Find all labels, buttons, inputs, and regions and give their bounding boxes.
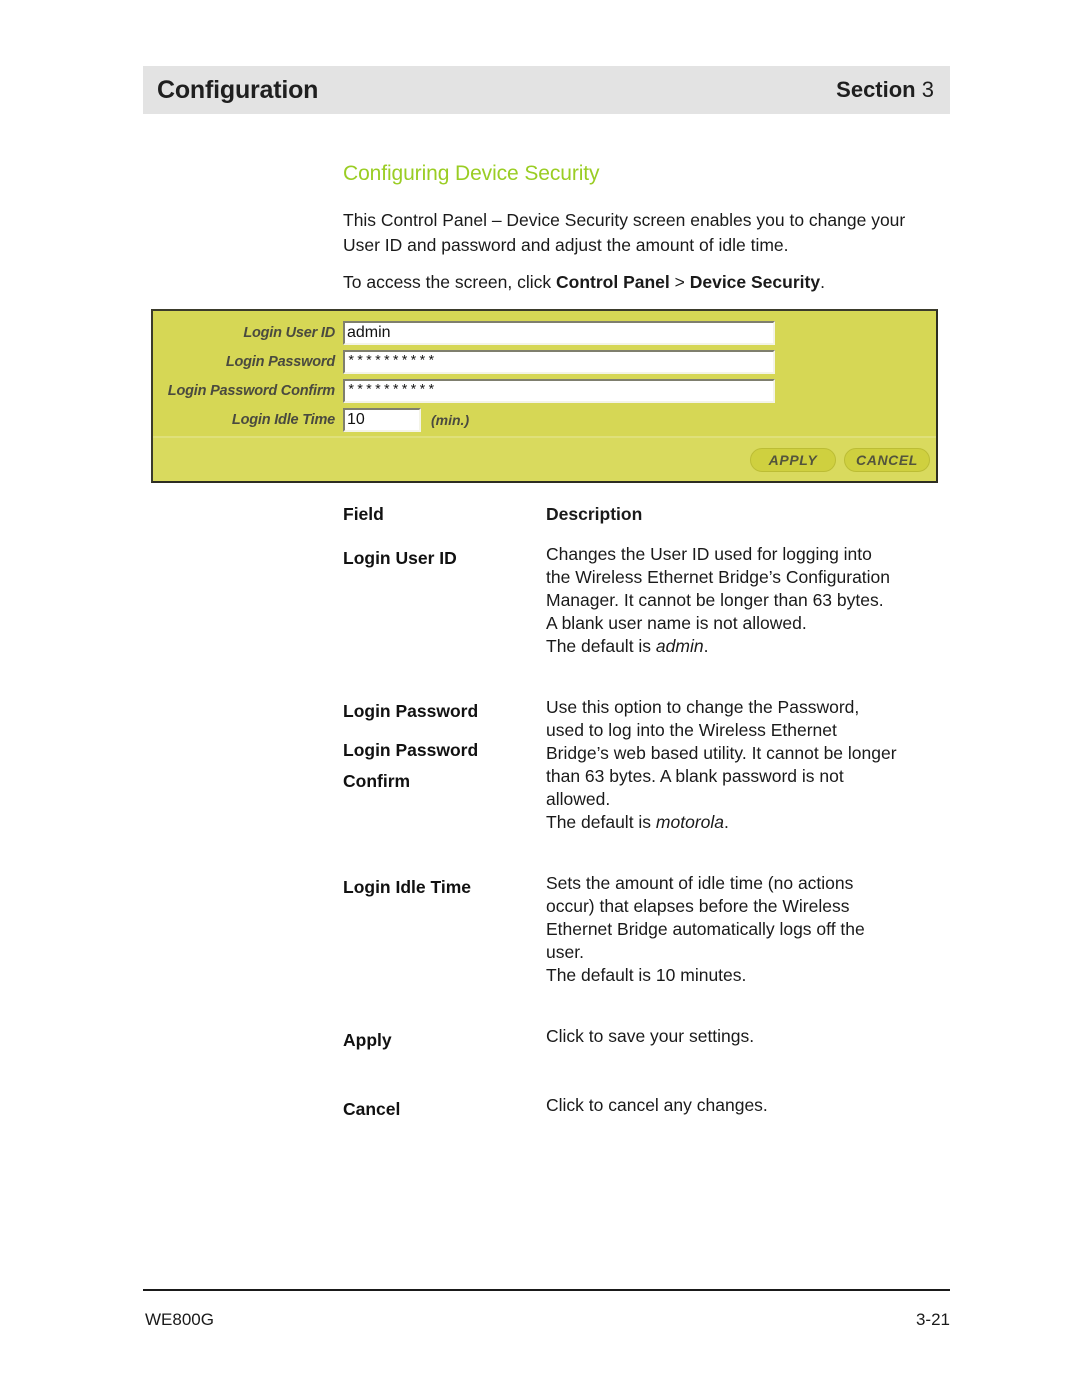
table-row: Cancel Click to cancel any changes. <box>343 1094 943 1125</box>
desc-line: Ethernet Bridge automatically logs off t… <box>546 919 865 939</box>
default-value: admin <box>655 636 704 656</box>
row-description-login-idle-time: Sets the amount of idle time (no actions… <box>546 872 943 987</box>
desc-line: Bridge’s web based utility. It cannot be… <box>546 743 897 763</box>
form-row-login-idle-time: Login Idle Time (min.) <box>153 408 936 432</box>
desc-line: Changes the User ID used for logging int… <box>546 544 872 564</box>
section-number: 3 <box>921 77 934 102</box>
running-header: Configuration Section 3 <box>143 66 950 114</box>
row-description-login-password: Use this option to change the Password, … <box>546 696 943 834</box>
desc-default-line: The default is 10 minutes. <box>546 965 747 985</box>
desc-line: occur) that elapses before the Wireless <box>546 896 850 916</box>
desc-line: Sets the amount of idle time (no actions <box>546 873 854 893</box>
table-row: Login Password Login Password Confirm Us… <box>343 696 943 834</box>
desc-line: Manager. It cannot be longer than 63 byt… <box>546 590 884 610</box>
section-indicator: Section 3 <box>799 51 934 129</box>
input-login-password-confirm[interactable] <box>343 379 775 403</box>
table-header-description: Description <box>546 504 643 524</box>
unit-note-minutes: (min.) <box>431 412 470 428</box>
default-prefix: The default is <box>546 812 656 832</box>
intro-text: This Control Panel – Device Security scr… <box>343 208 943 295</box>
form-row-login-password-confirm: Login Password Confirm <box>153 379 936 403</box>
apply-button[interactable]: APPLY <box>750 447 836 472</box>
default-suffix: . <box>703 636 709 656</box>
row-description-login-user-id: Changes the User ID used for logging int… <box>546 543 943 658</box>
desc-line: Use this option to change the Password, <box>546 697 860 717</box>
footer-model: WE800G <box>145 1310 214 1329</box>
row-term-login-idle-time: Login Idle Time <box>343 877 472 897</box>
intro-bold-device-security: Device Security <box>689 272 821 292</box>
row-term-line-3: Confirm <box>343 771 411 791</box>
desc-line: Click to save your settings. <box>546 1026 755 1046</box>
page-title: Configuration <box>157 75 319 104</box>
desc-default-line: The default is admin. <box>546 635 943 658</box>
intro-prefix: To access the screen, click <box>343 272 556 292</box>
input-login-password[interactable] <box>343 350 775 374</box>
default-suffix: . <box>724 812 729 832</box>
form-row-login-password: Login Password <box>153 350 936 374</box>
device-form: Login User ID Login Password Login Passw… <box>153 311 936 435</box>
default-value: motorola <box>655 812 725 832</box>
table-row: Login User ID Changes the User ID used f… <box>343 543 943 658</box>
row-description-apply: Click to save your settings. <box>546 1025 943 1048</box>
row-description-cancel: Click to cancel any changes. <box>546 1094 943 1117</box>
label-login-user-id: Login User ID <box>243 325 335 341</box>
intro-paragraph-2: To access the screen, click Control Pane… <box>343 270 943 295</box>
row-term-login-password: Login Password Login Password Confirm <box>343 696 546 797</box>
label-login-password: Login Password <box>225 354 335 370</box>
label-login-idle-time: Login Idle Time <box>231 412 335 428</box>
label-login-password-confirm: Login Password Confirm <box>167 383 335 399</box>
footer-divider <box>143 1289 950 1291</box>
device-security-screenshot: Login User ID Login Password Login Passw… <box>151 309 938 483</box>
intro-separator: > <box>669 272 690 292</box>
section-label: Section <box>836 77 916 102</box>
table-row: Apply Click to save your settings. <box>343 1025 943 1056</box>
row-term-login-user-id: Login User ID <box>343 548 457 568</box>
default-prefix: The default is <box>546 636 656 656</box>
form-row-login-user-id: Login User ID <box>153 311 936 345</box>
device-panel-footer: APPLY CANCEL <box>153 436 936 481</box>
row-term-line-1: Login Password <box>343 701 479 721</box>
desc-line: allowed. <box>546 789 611 809</box>
table-header-row: Field Description <box>343 503 943 526</box>
intro-bold-control-panel: Control Panel <box>556 272 670 292</box>
footer-page-number: 3-21 <box>915 1310 950 1329</box>
desc-line: than 63 bytes. A blank password is not <box>546 766 844 786</box>
input-login-idle-time[interactable] <box>343 408 421 432</box>
intro-paragraph-1: This Control Panel – Device Security scr… <box>343 210 906 255</box>
desc-line: user. <box>546 942 584 962</box>
desc-default-line: The default is motorola. <box>546 811 943 834</box>
cancel-button[interactable]: CANCEL <box>844 447 930 472</box>
table-header-field: Field <box>343 504 384 524</box>
row-term-cancel: Cancel <box>343 1099 401 1119</box>
desc-line: A blank user name is not allowed. <box>546 613 807 633</box>
row-term-apply: Apply <box>343 1030 392 1050</box>
table-row: Login Idle Time Sets the amount of idle … <box>343 872 943 987</box>
field-description-table: Field Description Login User ID Changes … <box>343 503 943 1125</box>
desc-line: the Wireless Ethernet Bridge’s Configura… <box>546 567 891 587</box>
row-term-line-2: Login Password <box>343 740 479 760</box>
desc-line: used to log into the Wireless Ethernet <box>546 720 837 740</box>
intro-suffix: . <box>820 272 825 292</box>
section-heading: Configuring Device Security <box>343 162 600 185</box>
document-page: Configuration Section 3 Configuring Devi… <box>0 0 1080 1397</box>
input-login-user-id[interactable] <box>343 321 775 345</box>
desc-line: Click to cancel any changes. <box>546 1095 768 1115</box>
